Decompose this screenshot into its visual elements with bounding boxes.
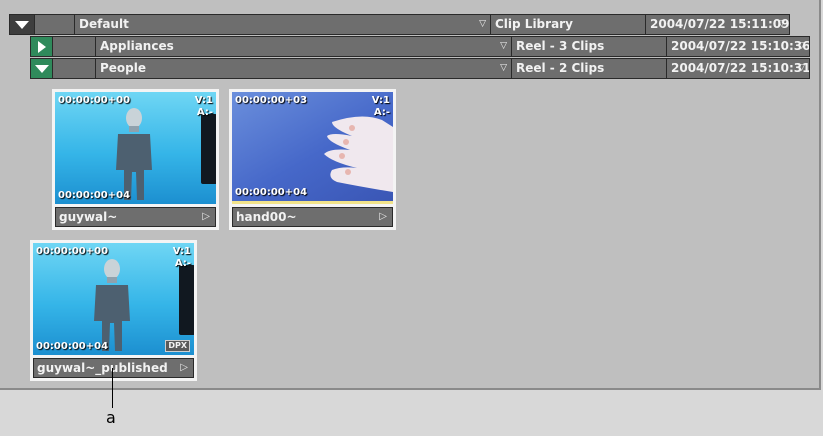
reel-name-cell[interactable]: People ▽ [96,59,512,78]
reel-row-appliances[interactable]: Appliances ▽ Reel - 3 Clips 2004/07/22 1… [30,36,810,57]
video-track: V:1 [371,95,390,106]
reel-type-cell: Reel - 2 Clips [512,59,667,78]
dropdown-arrow-icon[interactable]: ▽ [798,37,805,56]
reel-type: Reel - 3 Clips [516,39,605,53]
dropdown-arrow-icon[interactable]: ▽ [798,59,805,78]
reel-type: Reel - 2 Clips [516,61,605,75]
expand-reel-button[interactable] [31,37,53,56]
clip-thumbnail[interactable]: 00:00:00+00 00:00:00+04 V:1 A:- DPX [33,243,194,355]
dropdown-arrow-icon[interactable]: ▽ [500,37,507,56]
clip-name: guywal~ [59,210,118,224]
play-icon[interactable]: ▷ [379,208,387,226]
reel-date: 2004/07/22 15:10:31 [671,61,809,75]
collapse-reel-button[interactable] [31,59,53,78]
dropdown-arrow-icon[interactable]: ▽ [500,59,507,78]
expand-triangle-icon [37,40,46,53]
audio-track: A:- [373,107,390,118]
clip-library-panel: Default ▽ Clip Library 2004/07/22 15:11:… [0,0,821,390]
coat-hanger-image [179,265,194,335]
collapse-triangle-icon [34,64,49,73]
timecode-end: 00:00:00+04 [58,190,131,201]
track-indicator: V:1 A:- [173,246,191,270]
reel-row-people[interactable]: People ▽ Reel - 2 Clips 2004/07/22 15:10… [30,58,810,79]
man-figure-image [93,259,130,351]
clip-name: guywal~_published [37,361,168,375]
dpx-format-badge: DPX [165,340,190,352]
callout-line [112,368,113,408]
dropdown-arrow-icon[interactable]: ▽ [479,15,486,34]
clip-tile-hand00[interactable]: 00:00:00+03 00:00:00+04 V:1 A:- hand00~ … [229,89,396,230]
timecode-end: 00:00:00+04 [235,187,308,198]
clip-thumbnail[interactable]: 00:00:00+03 00:00:00+04 V:1 A:- [232,92,393,204]
video-track: V:1 [172,246,191,257]
track-indicator: V:1 A:- [195,95,213,119]
library-row-default[interactable]: Default ▽ Clip Library 2004/07/22 15:11:… [9,14,790,35]
man-figure-image [115,108,152,200]
clip-thumbnail[interactable]: 00:00:00+00 00:00:00+04 V:1 A:- [55,92,216,204]
library-type-cell: Clip Library [491,15,646,34]
dropdown-arrow-icon[interactable]: ▽ [778,15,785,34]
expand-library-button[interactable] [10,15,35,34]
clip-name-bar[interactable]: guywal~_published ▷ [33,358,194,378]
library-spacer [35,15,75,34]
play-icon[interactable]: ▷ [180,359,188,377]
timecode-start: 00:00:00+03 [235,95,308,106]
clip-tile-guywal[interactable]: 00:00:00+00 00:00:00+04 V:1 A:- guywal~ … [52,89,219,230]
library-name: Default [79,17,129,31]
collapse-triangle-icon [15,20,29,29]
clip-name-bar[interactable]: guywal~ ▷ [55,207,216,227]
reel-spacer [53,59,96,78]
reel-name: People [100,61,147,75]
clip-name: hand00~ [236,210,297,224]
audio-track: A:- [196,107,213,118]
reel-date-cell[interactable]: 2004/07/22 15:10:31 ▽ [667,59,809,78]
callout-label: a [106,408,116,427]
library-date-cell[interactable]: 2004/07/22 15:11:09 ▽ [646,15,789,34]
library-name-cell[interactable]: Default ▽ [75,15,491,34]
reel-spacer [53,37,96,56]
reel-type-cell: Reel - 3 Clips [512,37,667,56]
coat-hanger-image [201,114,216,184]
timecode-start: 00:00:00+00 [58,95,131,106]
video-track: V:1 [194,95,213,106]
clip-tile-guywal-published[interactable]: 00:00:00+00 00:00:00+04 V:1 A:- DPX guyw… [30,240,197,381]
library-type: Clip Library [495,17,573,31]
timecode-end: 00:00:00+04 [36,341,109,352]
timecode-start: 00:00:00+00 [36,246,109,257]
reel-date: 2004/07/22 15:10:36 [671,39,809,53]
hand-image [324,116,393,192]
reel-name-cell[interactable]: Appliances ▽ [96,37,512,56]
audio-track: A:- [174,258,191,269]
clip-name-bar[interactable]: hand00~ ▷ [232,207,393,227]
track-indicator: V:1 A:- [372,95,390,119]
reel-name: Appliances [100,39,174,53]
play-icon[interactable]: ▷ [202,208,210,226]
library-date: 2004/07/22 15:11:09 [650,17,789,31]
reel-date-cell[interactable]: 2004/07/22 15:10:36 ▽ [667,37,809,56]
